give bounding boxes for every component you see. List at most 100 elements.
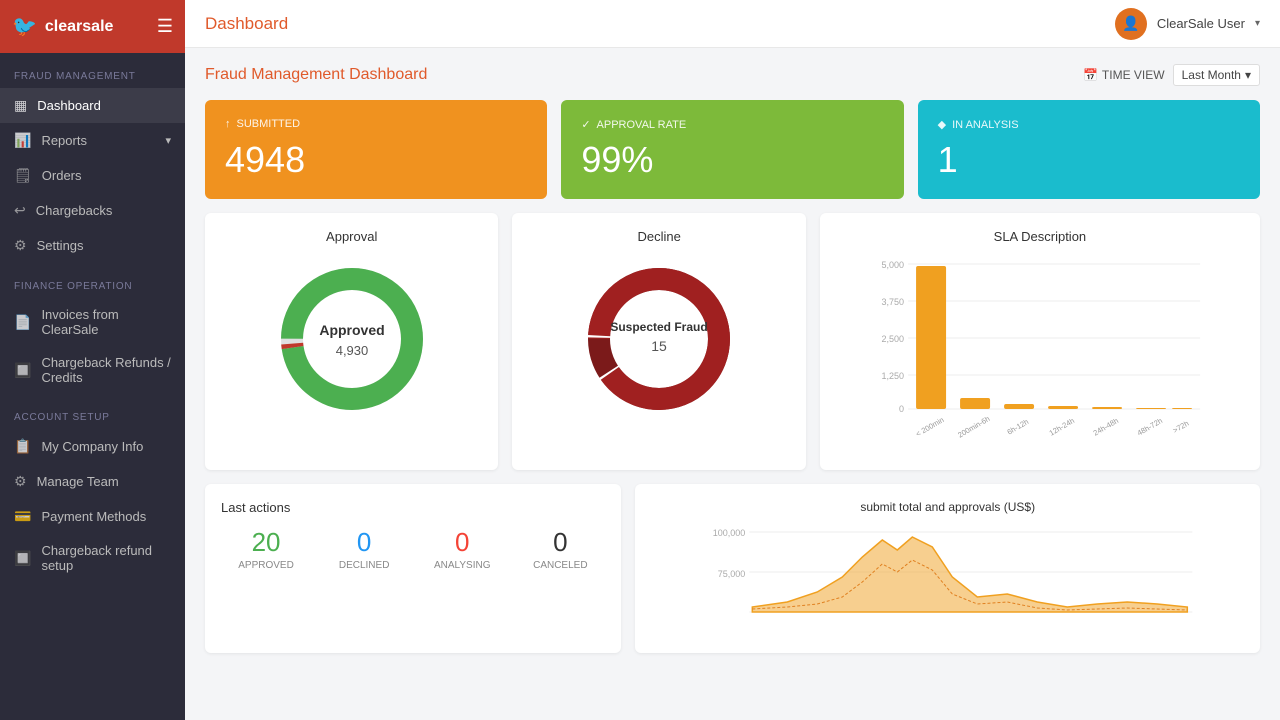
approval-donut-svg: Approved 4,930 <box>272 259 432 419</box>
metric-approved-label: APPROVED <box>221 560 311 571</box>
sla-chart-wrapper: 5,000 3,750 2,500 1,250 0 <box>836 254 1244 454</box>
kpi-submitted-label: ↑ SUBMITTED <box>225 118 527 130</box>
approval-icon: ✓ <box>581 118 590 131</box>
metric-declined-value: 0 <box>319 527 409 558</box>
svg-text:1,250: 1,250 <box>881 371 904 381</box>
sidebar-item-label: My Company Info <box>41 439 143 454</box>
chevron-down-icon: ▾ <box>165 134 171 147</box>
svg-text:12h-24h: 12h-24h <box>1047 416 1075 438</box>
user-menu-chevron[interactable]: ▾ <box>1255 18 1260 29</box>
time-view-area: 📅 TIME VIEW Last Month ▾ <box>1083 64 1260 86</box>
company-icon: 📋 <box>14 438 31 455</box>
bottom-row: Last actions 20 APPROVED 0 DECLINED 0 AN… <box>205 484 1260 653</box>
dropdown-chevron: ▾ <box>1245 68 1251 82</box>
decline-donut-svg: Suspected Fraud 15 <box>579 259 739 419</box>
approval-donut-wrapper: Approved 4,930 <box>221 254 482 424</box>
svg-text:48h-72h: 48h-72h <box>1135 416 1163 438</box>
submitted-icon: ↑ <box>225 118 231 130</box>
dashboard-title: Fraud Management Dashboard <box>205 66 427 84</box>
metric-approved-value: 20 <box>221 527 311 558</box>
svg-text:Suspected Fraud: Suspected Fraud <box>610 320 707 334</box>
approval-chart-card: Approval Approved 4,930 <box>205 213 498 470</box>
section-label-fraud: Fraud Management <box>0 53 185 88</box>
sidebar-item-my-company[interactable]: 📋 My Company Info <box>0 429 185 464</box>
sidebar-item-label: Settings <box>37 238 84 253</box>
page-title: Dashboard <box>205 14 288 34</box>
svg-text:6h-12h: 6h-12h <box>1005 417 1030 436</box>
sla-chart-card: SLA Description 5,000 3,750 2,500 1,250 <box>820 213 1260 470</box>
kpi-submitted: ↑ SUBMITTED 4948 <box>205 100 547 199</box>
mid-row: Approval Approved 4,930 <box>205 213 1260 470</box>
kpi-in-analysis: ◆ IN ANALYSIS 1 <box>918 100 1260 199</box>
last-actions-title: Last actions <box>221 500 605 515</box>
sidebar-item-reports[interactable]: 📊 Reports ▾ <box>0 123 185 158</box>
decline-chart-card: Decline Suspected Fraud 15 <box>512 213 805 470</box>
svg-text:4,930: 4,930 <box>335 343 368 358</box>
metric-approved: 20 APPROVED <box>221 527 311 571</box>
svg-text:Approved: Approved <box>319 322 384 338</box>
last-actions-card: Last actions 20 APPROVED 0 DECLINED 0 AN… <box>205 484 621 653</box>
sidebar-item-orders[interactable]: 🗒 Orders <box>0 158 185 193</box>
sidebar-item-settings[interactable]: ⚙ Settings <box>0 228 185 263</box>
team-icon: ⚙ <box>14 473 27 490</box>
last-month-label: Last Month <box>1182 68 1241 82</box>
time-view-label: 📅 TIME VIEW <box>1083 68 1165 82</box>
metric-declined-label: DECLINED <box>319 560 409 571</box>
sidebar-item-invoices[interactable]: 📄 Invoices from ClearSale <box>0 298 185 346</box>
sidebar-item-manage-team[interactable]: ⚙ Manage Team <box>0 464 185 499</box>
chargebacks-icon: ↩ <box>14 202 26 219</box>
kpi-approval-label: ✓ APPROVAL RATE <box>581 118 883 131</box>
logo-area: 🐦 clearsale <box>12 14 113 39</box>
metric-canceled-label: CANCELED <box>515 560 605 571</box>
sidebar-item-chargeback-setup[interactable]: 🔲 Chargeback refund setup <box>0 534 185 582</box>
metric-analysing-label: ANALYSING <box>417 560 507 571</box>
logo-text: clearsale <box>45 18 114 36</box>
sla-bar-svg: 5,000 3,750 2,500 1,250 0 <box>836 254 1244 444</box>
svg-text:< 200min: < 200min <box>914 415 945 438</box>
kpi-submitted-value: 4948 <box>225 139 527 181</box>
reports-icon: 📊 <box>14 132 31 149</box>
topbar: Dashboard 👤 ClearSale User ▾ <box>185 0 1280 48</box>
chargeback-refunds-icon: 🔲 <box>14 362 31 379</box>
sidebar-item-payment-methods[interactable]: 💳 Payment Methods <box>0 499 185 534</box>
chargeback-setup-icon: 🔲 <box>14 550 31 567</box>
svg-text:5,000: 5,000 <box>881 260 904 270</box>
kpi-approval-value: 99% <box>581 139 883 181</box>
sidebar-item-label: Invoices from ClearSale <box>41 307 171 337</box>
sidebar-item-label: Chargebacks <box>36 203 113 218</box>
calendar-icon: 📅 <box>1083 68 1098 82</box>
hamburger-menu[interactable]: ☰ <box>157 16 173 37</box>
sidebar-item-chargeback-refunds[interactable]: 🔲 Chargeback Refunds / Credits <box>0 346 185 394</box>
kpi-analysis-label: ◆ IN ANALYSIS <box>938 118 1240 131</box>
sidebar-item-dashboard[interactable]: ▦ Dashboard <box>0 88 185 123</box>
svg-text:200min-6h: 200min-6h <box>956 414 991 440</box>
approval-chart-title: Approval <box>221 229 482 244</box>
logo-icon: 🐦 <box>12 14 37 39</box>
sidebar-item-chargebacks[interactable]: ↩ Chargebacks <box>0 193 185 228</box>
sidebar-item-label: Reports <box>41 133 87 148</box>
kpi-row: ↑ SUBMITTED 4948 ✓ APPROVAL RATE 99% ◆ I… <box>205 100 1260 199</box>
actions-metrics: 20 APPROVED 0 DECLINED 0 ANALYSING 0 CAN… <box>221 527 605 571</box>
dashboard-content: Fraud Management Dashboard 📅 TIME VIEW L… <box>185 48 1280 720</box>
sidebar-item-label: Payment Methods <box>41 509 146 524</box>
section-label-finance: Finance Operation <box>0 263 185 298</box>
sidebar-header: 🐦 clearsale ☰ <box>0 0 185 53</box>
last-month-button[interactable]: Last Month ▾ <box>1173 64 1260 86</box>
sidebar-item-label: Manage Team <box>37 474 119 489</box>
svg-text:15: 15 <box>651 338 667 354</box>
avatar: 👤 <box>1115 8 1147 40</box>
main-content: Dashboard 👤 ClearSale User ▾ Fraud Manag… <box>185 0 1280 720</box>
svg-text:100,000: 100,000 <box>713 528 746 538</box>
decline-donut-wrapper: Suspected Fraud 15 <box>528 254 789 424</box>
topbar-right: 👤 ClearSale User ▾ <box>1115 8 1260 40</box>
svg-text:3,750: 3,750 <box>881 297 904 307</box>
sidebar: 🐦 clearsale ☰ Fraud Management ▦ Dashboa… <box>0 0 185 720</box>
svg-text:75,000: 75,000 <box>718 569 746 579</box>
svg-text:0: 0 <box>899 404 904 414</box>
svg-text:>72h: >72h <box>1171 419 1190 435</box>
sidebar-item-label: Chargeback refund setup <box>41 543 171 573</box>
area-chart-card: submit total and approvals (US$) 100,000… <box>635 484 1260 653</box>
section-label-account: Account Setup <box>0 394 185 429</box>
user-name: ClearSale User <box>1157 16 1245 31</box>
svg-text:24h-48h: 24h-48h <box>1091 416 1119 438</box>
